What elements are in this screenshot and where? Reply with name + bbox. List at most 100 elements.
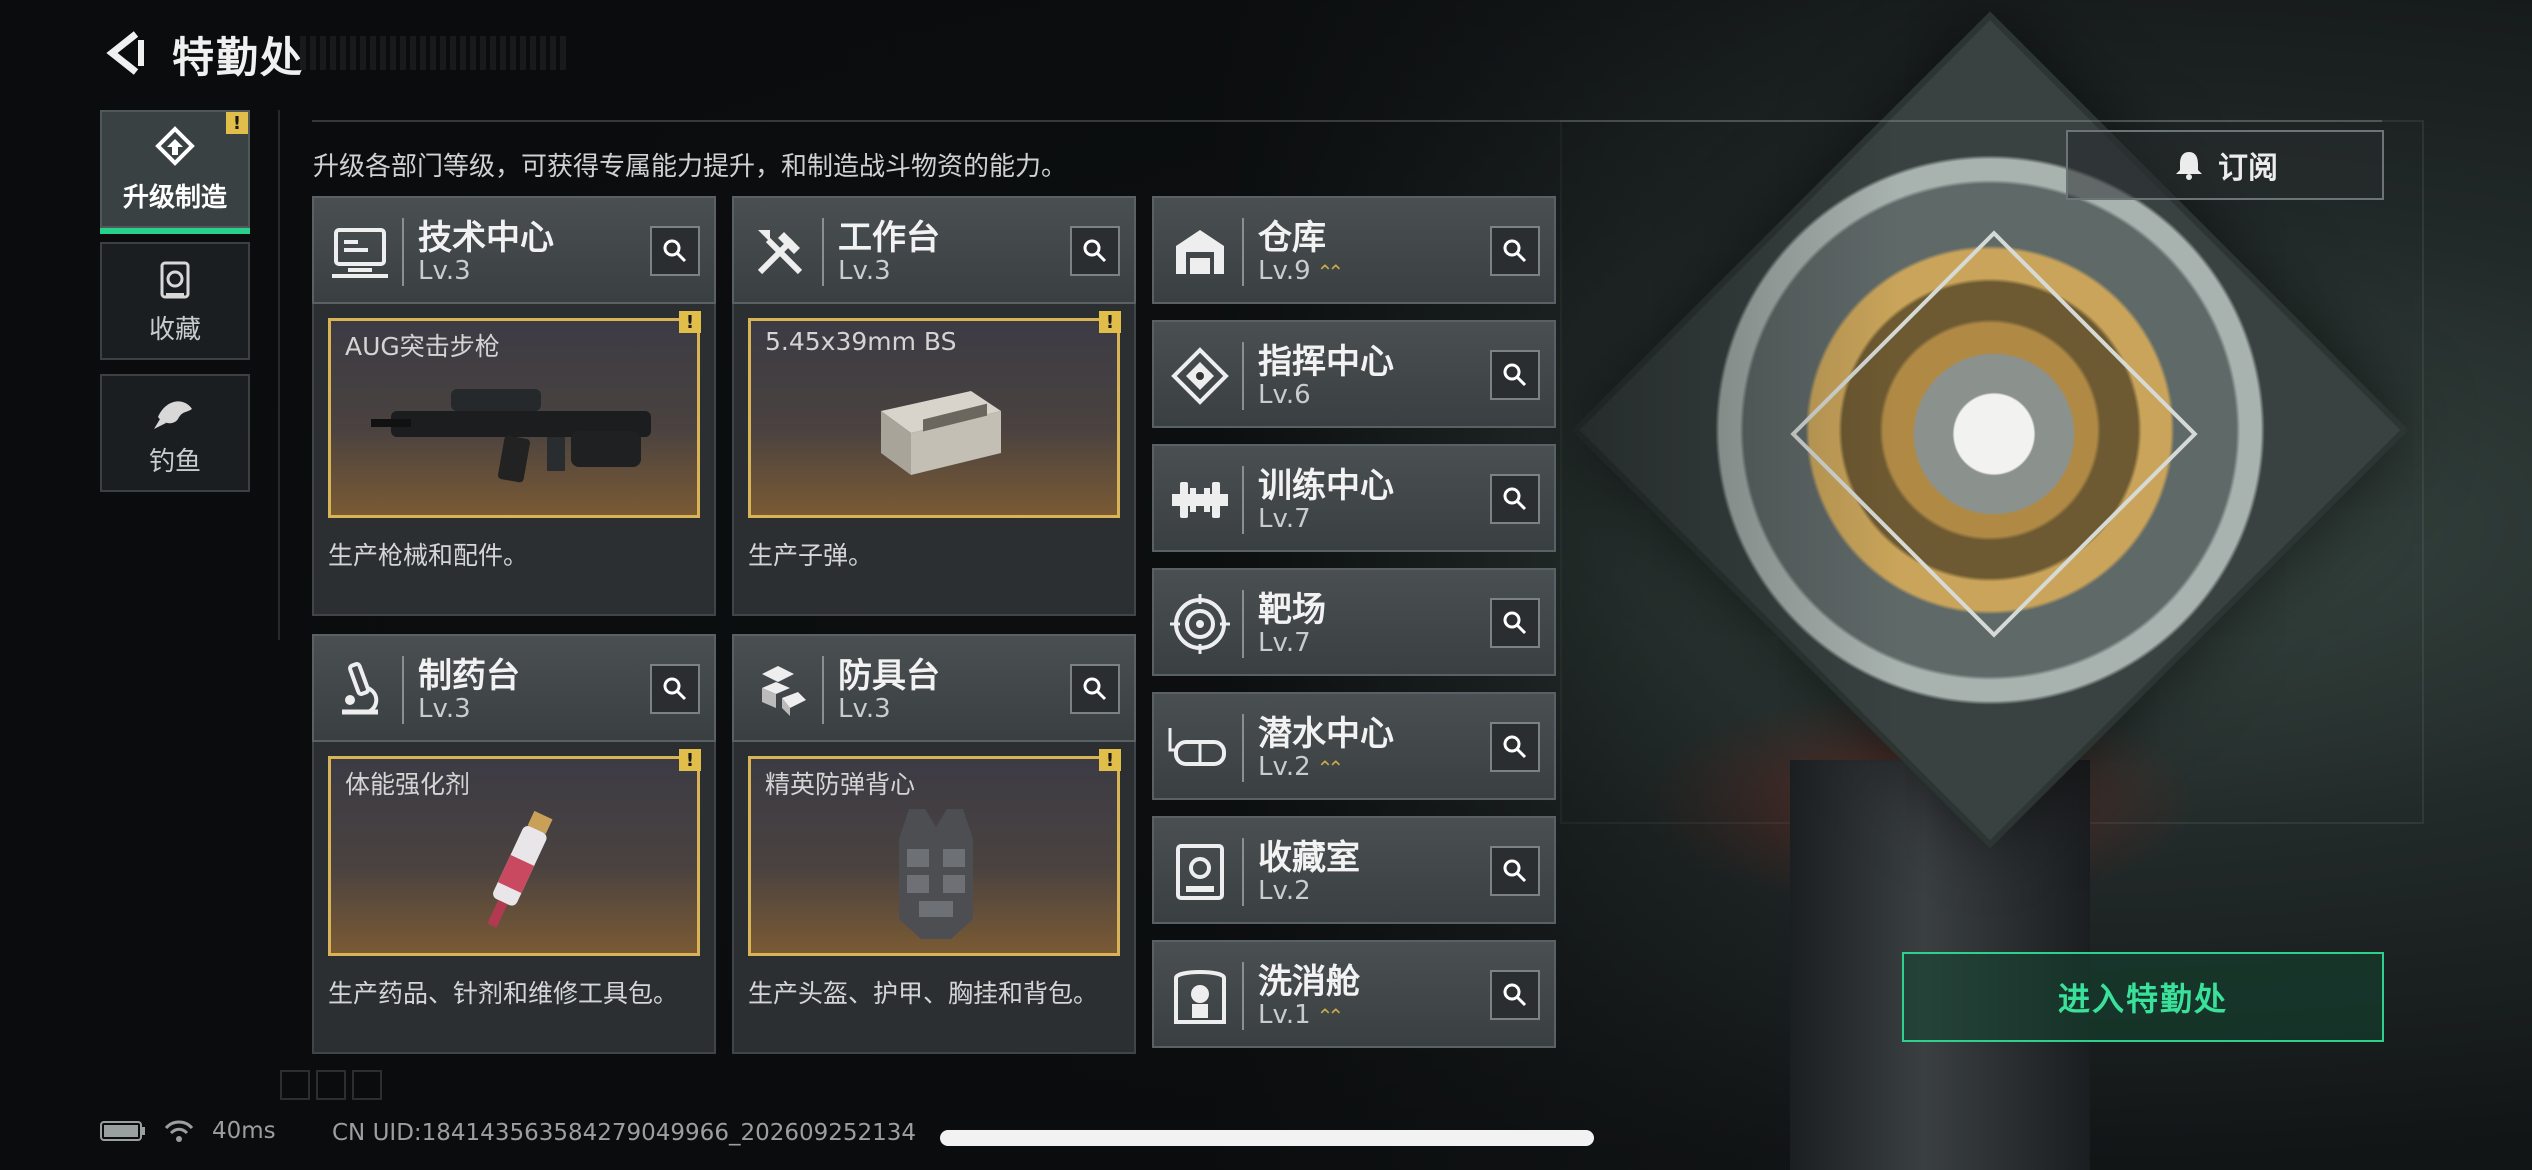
item-name: 5.45x39mm BS xyxy=(765,327,957,356)
divider xyxy=(822,218,824,286)
nav-label: 升级制造 xyxy=(122,182,227,213)
tech-center-production[interactable]: AUG突击步枪 ! 生产枪械和配件。 xyxy=(312,304,716,616)
department-level: Lv.3 xyxy=(418,694,471,724)
search-button[interactable] xyxy=(1490,226,1540,276)
home-indicator[interactable] xyxy=(940,1130,1594,1146)
search-button[interactable] xyxy=(1490,598,1540,648)
subscribe-button[interactable]: 订阅 xyxy=(2066,130,2384,200)
pharmacy-icon xyxy=(342,662,379,715)
warning-badge: ! xyxy=(226,112,248,134)
pharmacy-card[interactable]: 制药台 Lv.3 xyxy=(312,634,716,742)
search-icon xyxy=(1503,239,1527,263)
production-item-slot[interactable]: AUG突击步枪 ! xyxy=(328,311,701,518)
department-row[interactable]: 训练中心 Lv.7 xyxy=(1152,444,1556,552)
department-row[interactable]: 仓库 Lv.9 ⌃⌃ xyxy=(1152,196,1556,304)
search-button[interactable] xyxy=(1070,664,1120,714)
department-name: 潜水中心 xyxy=(1258,714,1394,754)
department-level: Lv.2 xyxy=(1258,876,1311,906)
department-name: 指挥中心 xyxy=(1258,342,1394,382)
production-item-slot[interactable]: 体能强化剂 ! xyxy=(328,749,701,956)
department-name: 收藏室 xyxy=(1258,838,1360,878)
department-level-row: Lv.6 xyxy=(1258,380,1311,410)
upgrade-available-icon: ⌃⌃ xyxy=(1316,260,1344,284)
title-decoration xyxy=(300,36,566,70)
department-level-row: Lv.7 xyxy=(1258,628,1311,658)
item-name: 体能强化剂 xyxy=(345,770,471,799)
department-name: 工作台 xyxy=(838,218,940,258)
warning-badge: ! xyxy=(679,311,701,333)
warning-badge: ! xyxy=(679,749,701,771)
search-button[interactable] xyxy=(1490,722,1540,772)
search-icon xyxy=(663,239,687,263)
divider xyxy=(1242,962,1244,1030)
item-description: 生产子弹。 xyxy=(748,541,874,570)
item-description: 生产药品、针剂和维修工具包。 xyxy=(328,979,679,1008)
training-center-icon xyxy=(1172,482,1228,518)
divider xyxy=(402,218,404,286)
wifi-icon xyxy=(164,1120,194,1142)
search-button[interactable] xyxy=(1490,970,1540,1020)
department-level: Lv.7 xyxy=(1258,628,1311,658)
rifle-icon xyxy=(371,389,651,483)
search-button[interactable] xyxy=(1070,226,1120,276)
page-title: 特勤处 xyxy=(172,33,305,82)
department-level: Lv.3 xyxy=(838,694,891,724)
enter-button[interactable]: 进入特勤处 xyxy=(1902,952,2384,1042)
department-row[interactable]: 收藏室 Lv.2 xyxy=(1152,816,1556,924)
search-button[interactable] xyxy=(1490,474,1540,524)
decon-cabin-icon xyxy=(1174,970,1226,1024)
tech-center-icon xyxy=(332,228,388,278)
department-level-row: Lv.2 xyxy=(1258,876,1311,906)
item-description: 生产头盔、护甲、胸挂和背包。 xyxy=(748,979,1099,1008)
department-name: 靶场 xyxy=(1258,590,1326,630)
divider xyxy=(312,120,2382,122)
department-level: Lv.6 xyxy=(1258,380,1311,410)
department-name: 仓库 xyxy=(1258,218,1326,258)
nav-label: 收藏 xyxy=(148,314,201,345)
warehouse-icon xyxy=(1176,230,1224,274)
upgrade-available-icon: ⌃⌃ xyxy=(1316,756,1344,780)
department-row[interactable]: 潜水中心 Lv.2 ⌃⌃ xyxy=(1152,692,1556,800)
department-level-row: Lv.9 ⌃⌃ xyxy=(1258,256,1344,286)
back-button[interactable] xyxy=(100,28,150,78)
collection-icon xyxy=(160,261,190,298)
search-button[interactable] xyxy=(650,226,700,276)
upgrade-available-icon: ⌃⌃ xyxy=(1316,1004,1344,1028)
workbench-production[interactable]: 5.45x39mm BS ! 生产子弹。 xyxy=(732,304,1136,616)
department-row[interactable]: 指挥中心 Lv.6 xyxy=(1152,320,1556,428)
search-button[interactable] xyxy=(1490,350,1540,400)
item-name: 精英防弹背心 xyxy=(765,770,916,799)
armor-bench-icon xyxy=(762,666,806,716)
nav-item-fishing[interactable]: 钓鱼 xyxy=(100,374,250,492)
search-icon xyxy=(1503,611,1527,635)
search-icon xyxy=(1083,239,1107,263)
upgrade-icon xyxy=(155,125,195,166)
divider xyxy=(1242,838,1244,906)
production-item-slot[interactable]: 精英防弹背心 ! xyxy=(748,749,1121,956)
search-icon xyxy=(1083,677,1107,701)
divider xyxy=(1242,466,1244,534)
armor-bench-production[interactable]: 精英防弹背心 ! 生产头盔、护甲、胸挂和背包。 xyxy=(732,742,1136,1054)
divider xyxy=(1242,342,1244,410)
battery-icon xyxy=(100,1121,145,1141)
department-level: Lv.1 xyxy=(1258,1000,1311,1030)
item-name: AUG突击步枪 xyxy=(345,332,500,361)
nav-item-upgrade[interactable]: 升级制造 ! xyxy=(100,110,250,234)
search-button[interactable] xyxy=(1490,846,1540,896)
enter-label: 进入特勤处 xyxy=(2057,980,2228,1018)
pharmacy-production[interactable]: 体能强化剂 ! 生产药品、针剂和维修工具包。 xyxy=(312,742,716,1054)
tech-center-card[interactable]: 技术中心 Lv.3 xyxy=(312,196,716,304)
department-row[interactable]: 靶场 Lv.7 xyxy=(1152,568,1556,676)
armor-bench-card[interactable]: 防具台 Lv.3 xyxy=(732,634,1136,742)
syringe-icon xyxy=(487,810,553,928)
department-row[interactable]: 洗消舱 Lv.1 ⌃⌃ xyxy=(1152,940,1556,1048)
department-name: 技术中心 xyxy=(418,218,554,258)
search-icon xyxy=(1503,735,1527,759)
production-item-slot[interactable]: 5.45x39mm BS ! xyxy=(748,311,1121,518)
department-level: Lv.3 xyxy=(418,256,471,286)
search-button[interactable] xyxy=(650,664,700,714)
decoration xyxy=(316,1070,346,1100)
department-name: 防具台 xyxy=(838,656,940,696)
nav-item-collection[interactable]: 收藏 xyxy=(100,242,250,360)
workbench-card[interactable]: 工作台 Lv.3 xyxy=(732,196,1136,304)
